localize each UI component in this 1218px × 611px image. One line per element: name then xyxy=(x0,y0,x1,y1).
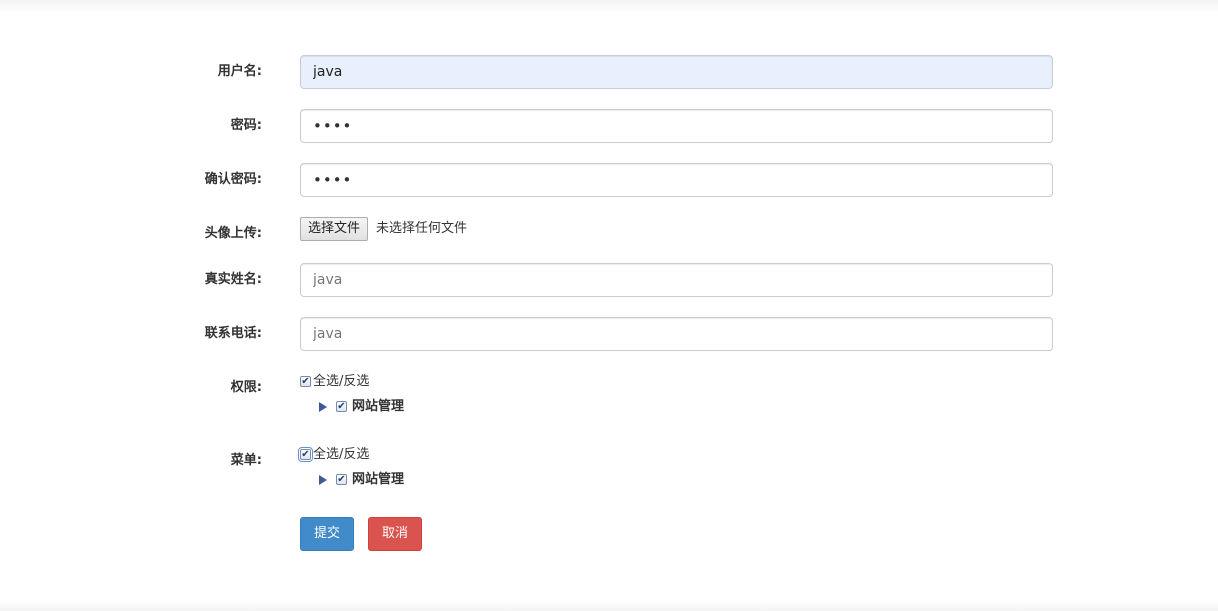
phone-label: 联系电话: xyxy=(204,326,262,341)
choose-file-button[interactable]: 选择文件 xyxy=(300,217,369,241)
real-name-label: 真实姓名: xyxy=(204,272,262,287)
confirm-password-label: 确认密码: xyxy=(204,172,262,187)
menu-site-management-label[interactable]: 网站管理 xyxy=(352,472,404,488)
top-shadow xyxy=(0,0,1218,14)
bottom-shadow xyxy=(0,600,1218,611)
permissions-select-all-label[interactable]: 全选/反选 xyxy=(313,374,369,390)
menu-select-all-checkbox[interactable]: ✔ xyxy=(298,447,313,462)
menu-label: 菜单: xyxy=(230,453,262,468)
username-label: 用户名: xyxy=(217,64,262,79)
username-input[interactable] xyxy=(300,55,1053,89)
menu-site-management-checkbox[interactable]: ✔ xyxy=(336,474,347,485)
avatar-label: 头像上传: xyxy=(204,226,262,241)
permissions-label: 权限: xyxy=(230,380,262,395)
password-label: 密码: xyxy=(230,118,262,133)
file-status-text: 未选择任何文件 xyxy=(376,221,468,236)
menu-select-all-label[interactable]: 全选/反选 xyxy=(313,447,369,463)
triangle-right-icon[interactable] xyxy=(319,475,327,485)
real-name-input[interactable] xyxy=(300,263,1053,297)
cancel-button[interactable]: 取消 xyxy=(368,517,422,551)
confirm-password-input[interactable] xyxy=(300,163,1053,197)
password-input[interactable] xyxy=(300,109,1053,143)
permissions-site-management-checkbox[interactable]: ✔ xyxy=(336,401,347,412)
permissions-site-management-label[interactable]: 网站管理 xyxy=(352,399,404,415)
triangle-right-icon[interactable] xyxy=(319,402,327,412)
submit-button[interactable]: 提交 xyxy=(300,517,354,551)
phone-input[interactable] xyxy=(300,317,1053,351)
permissions-select-all-checkbox[interactable]: ✔ xyxy=(300,376,311,387)
